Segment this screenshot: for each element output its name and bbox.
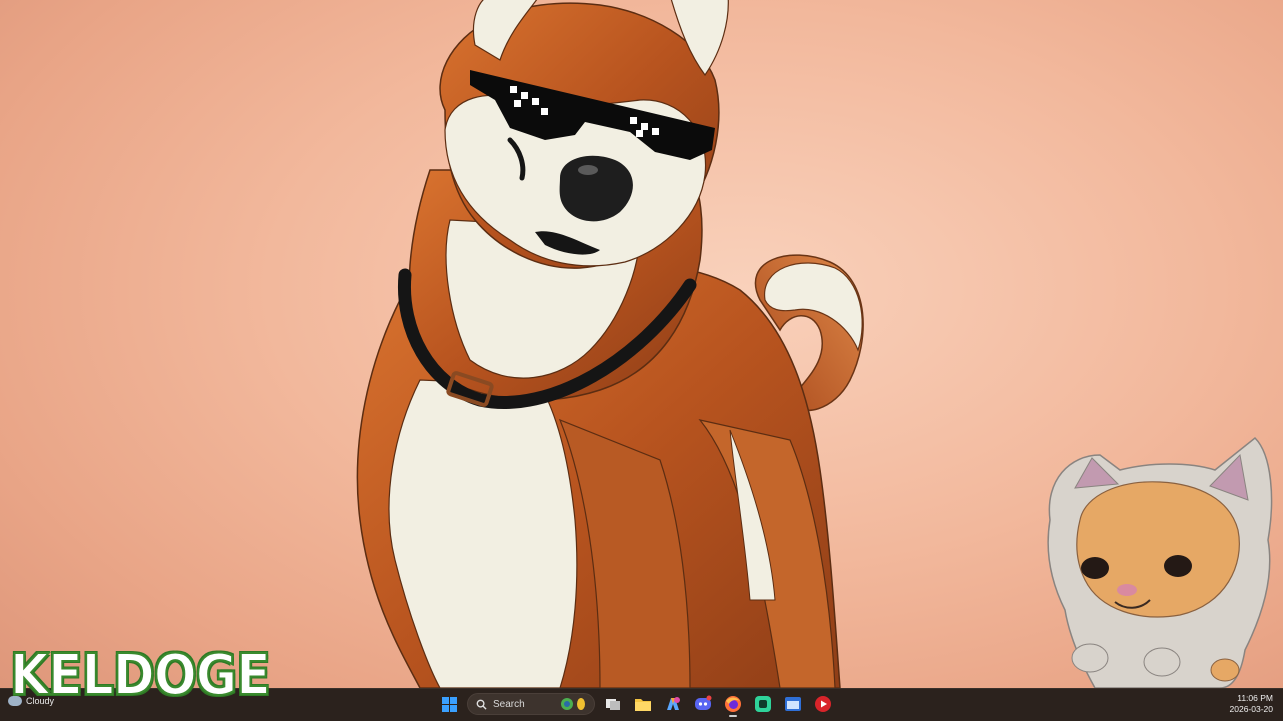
copilot-button[interactable] <box>661 692 685 716</box>
window-app-button[interactable] <box>781 692 805 716</box>
dog-illustration <box>356 0 864 688</box>
start-button[interactable] <box>437 692 461 716</box>
cat-sticker <box>1047 436 1273 688</box>
firefox-icon <box>725 696 741 712</box>
search-icon <box>476 699 487 710</box>
desktop-wallpaper <box>356 0 1273 688</box>
window-app-icon <box>785 697 801 711</box>
folder-icon <box>635 698 651 711</box>
taskbar-search-box[interactable]: Search <box>467 693 595 715</box>
copilot-icon <box>667 697 680 710</box>
task-view-icon <box>606 699 620 710</box>
keldoge-logo: KELDOGE <box>9 642 271 709</box>
red-play-icon <box>815 696 831 712</box>
discord-icon <box>695 695 712 710</box>
red-app-button[interactable] <box>811 692 835 716</box>
task-view-button[interactable] <box>601 692 625 716</box>
search-placeholder: Search <box>493 698 525 710</box>
file-explorer-button[interactable] <box>631 692 655 716</box>
windows-logo-icon <box>441 696 457 712</box>
taskbar-pinned-apps: Search <box>437 692 835 717</box>
green-app-button[interactable] <box>751 692 775 716</box>
copilot-search-icon <box>560 697 586 711</box>
discord-button[interactable] <box>691 692 715 716</box>
firefox-button[interactable] <box>721 692 745 717</box>
green-app-icon <box>755 696 771 712</box>
system-clock[interactable]: 11:06 PM 2026-03-20 <box>1230 693 1273 715</box>
clock-time: 11:06 PM <box>1237 693 1273 703</box>
clock-date: 2026-03-20 <box>1229 704 1273 714</box>
